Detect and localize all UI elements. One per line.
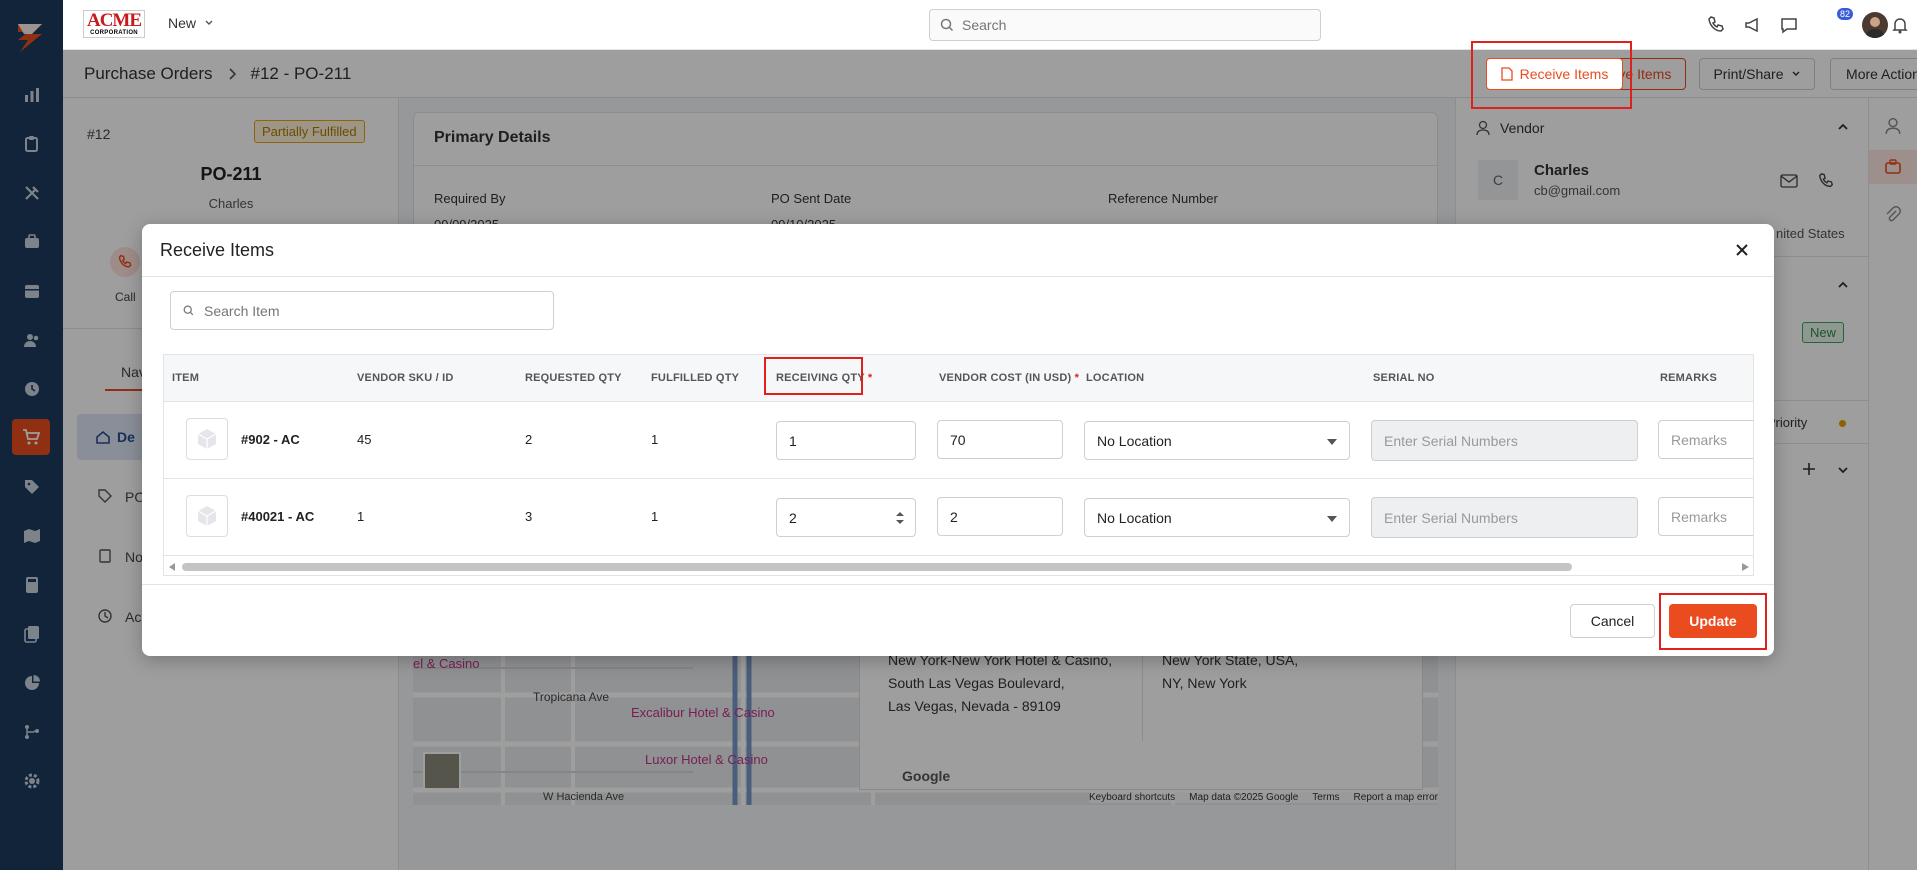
stepper-icon[interactable] [895, 510, 905, 526]
col-receiving-qty-label: RECEIVING QTY [776, 372, 865, 384]
receive-items-table: ITEM VENDOR SKU / ID REQUESTED QTY FULFI… [163, 354, 1754, 576]
col-location: LOCATION [1086, 372, 1145, 384]
brand-sub: CORPORATION [90, 30, 138, 36]
document-icon [1500, 67, 1513, 81]
required-mark: * [1074, 372, 1080, 384]
megaphone-icon[interactable] [1741, 13, 1765, 37]
user-avatar[interactable] [1862, 12, 1888, 38]
vendor-sku: 1 [357, 509, 365, 524]
vendor-cost-input[interactable]: 2 [937, 497, 1063, 536]
requested-qty: 3 [525, 509, 533, 524]
col-fulfilled-qty: FULFILLED QTY [651, 372, 740, 384]
receive-items-modal: Receive Items ITEM VENDOR SKU / ID REQUE… [142, 224, 1774, 656]
receiving-qty-input[interactable]: 2 [776, 498, 916, 537]
search-input[interactable] [962, 17, 1302, 33]
chat-icon[interactable] [1777, 13, 1801, 37]
chevron-down-icon [205, 20, 213, 25]
cancel-button[interactable]: Cancel [1570, 604, 1655, 638]
location-select[interactable]: No Location [1084, 421, 1350, 460]
item-name: #40021 - AC [241, 509, 315, 524]
serial-numbers-input[interactable]: Enter Serial Numbers [1371, 497, 1638, 538]
item-thumbnail [186, 418, 228, 460]
vendor-sku: 45 [357, 432, 372, 447]
col-remarks: REMARKS [1660, 372, 1718, 384]
box-icon [197, 429, 217, 449]
item-thumbnail [186, 495, 228, 537]
col-item: ITEM [172, 372, 200, 384]
scroll-right-icon[interactable] [1742, 563, 1749, 571]
remarks-input[interactable]: Remarks [1658, 420, 1753, 459]
brand-logo[interactable]: ACME CORPORATION [83, 10, 145, 38]
new-menu[interactable]: New [168, 15, 214, 31]
modal-footer: Cancel Update [142, 584, 1774, 656]
fulfilled-qty: 1 [651, 432, 659, 447]
close-icon[interactable] [1732, 240, 1752, 260]
item-search[interactable] [170, 291, 554, 330]
table-row: #902 - AC 45 2 1 1 70 No Location Enter … [164, 402, 1753, 479]
remarks-input[interactable]: Remarks [1658, 497, 1753, 536]
table-row: #40021 - AC 1 3 1 2 2 No Location Enter … [164, 479, 1753, 556]
table-header: ITEM VENDOR SKU / ID REQUESTED QTY FULFI… [164, 355, 1753, 402]
fulfilled-qty: 1 [651, 509, 659, 524]
col-receiving-qty: RECEIVING QTY * [776, 372, 872, 384]
receive-items-button-highlight[interactable]: Receive Items [1486, 58, 1623, 90]
required-mark: * [867, 372, 873, 384]
brand-name: ACME [86, 10, 142, 31]
horizontal-scrollbar[interactable] [164, 558, 1753, 575]
caret-down-icon [1327, 439, 1337, 445]
top-header: ACME CORPORATION New 82 [63, 0, 1917, 50]
notification-badge: 82 [1837, 8, 1854, 20]
col-requested-qty: REQUESTED QTY [525, 372, 622, 384]
search-icon [940, 18, 954, 32]
col-vendor-cost-label: VENDOR COST (IN USD) [939, 372, 1072, 384]
search-icon [183, 305, 194, 316]
item-name: #902 - AC [241, 432, 300, 447]
modal-header: Receive Items [142, 224, 1774, 277]
col-serial-no: SERIAL NO [1373, 372, 1435, 384]
box-icon [197, 506, 217, 526]
scroll-left-icon[interactable] [169, 563, 176, 571]
item-search-input[interactable] [204, 302, 534, 319]
receiving-qty-input[interactable]: 1 [776, 421, 916, 460]
scrollbar-thumb[interactable] [182, 563, 1572, 571]
modal-title: Receive Items [160, 240, 275, 260]
caret-down-icon [1327, 516, 1337, 522]
modal-backdrop-sidebar[interactable] [0, 0, 63, 870]
requested-qty: 2 [525, 432, 533, 447]
receiving-qty-value: 2 [789, 509, 797, 526]
vendor-cost-input[interactable]: 70 [937, 420, 1063, 459]
serial-numbers-input[interactable]: Enter Serial Numbers [1371, 420, 1638, 461]
col-vendor-cost: VENDOR COST (IN USD) * [939, 372, 1079, 384]
update-button[interactable]: Update [1669, 604, 1757, 638]
location-value: No Location [1097, 432, 1172, 449]
new-menu-label: New [168, 15, 197, 31]
location-select[interactable]: No Location [1084, 498, 1350, 537]
location-value: No Location [1097, 509, 1172, 526]
phone-icon[interactable] [1704, 13, 1728, 37]
bell-icon[interactable] [1888, 13, 1912, 37]
col-vendor-sku: VENDOR SKU / ID [357, 372, 454, 384]
receive-items-label: Receive Items [1519, 66, 1609, 82]
global-search[interactable] [929, 9, 1321, 41]
